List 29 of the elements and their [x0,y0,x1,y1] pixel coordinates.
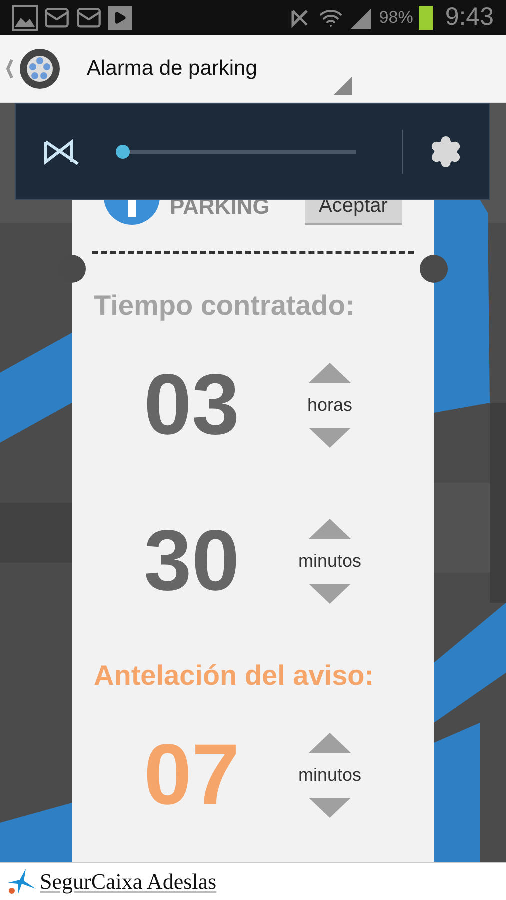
settings-icon[interactable] [429,134,463,168]
increase-arrow[interactable] [308,732,352,754]
image-icon [12,4,38,30]
app-title: Alarma de parking [87,56,258,82]
increase-arrow[interactable] [308,518,352,540]
time-value: 03 [144,362,241,448]
clock: 9:43 [445,2,494,33]
ticket-notch [420,255,448,283]
time-unit: minutos [298,550,362,572]
section-heading: Antelación del aviso: [93,659,376,693]
store-icon [108,6,132,30]
battery-percent: 98% [379,6,414,29]
increase-arrow[interactable] [308,362,352,384]
star-logo-icon [6,868,36,894]
decrease-arrow[interactable] [308,796,352,818]
volume-slider[interactable] [116,144,356,160]
battery-icon [419,6,434,30]
time-value: 30 [144,518,241,604]
slider-thumb[interactable] [116,144,130,158]
decrease-arrow[interactable] [308,582,352,604]
time-value: 07 [144,732,241,818]
decrease-arrow[interactable] [308,426,352,448]
time-unit: horas [307,394,353,416]
dropdown-corner-icon[interactable] [334,77,352,95]
signal-icon [349,6,374,28]
tire-icon [4,48,60,90]
time-unit: minutos [298,764,362,786]
section-heading: Tiempo contratado: [93,289,356,323]
brand-name: SegurCaixa Adeslas [40,868,217,896]
